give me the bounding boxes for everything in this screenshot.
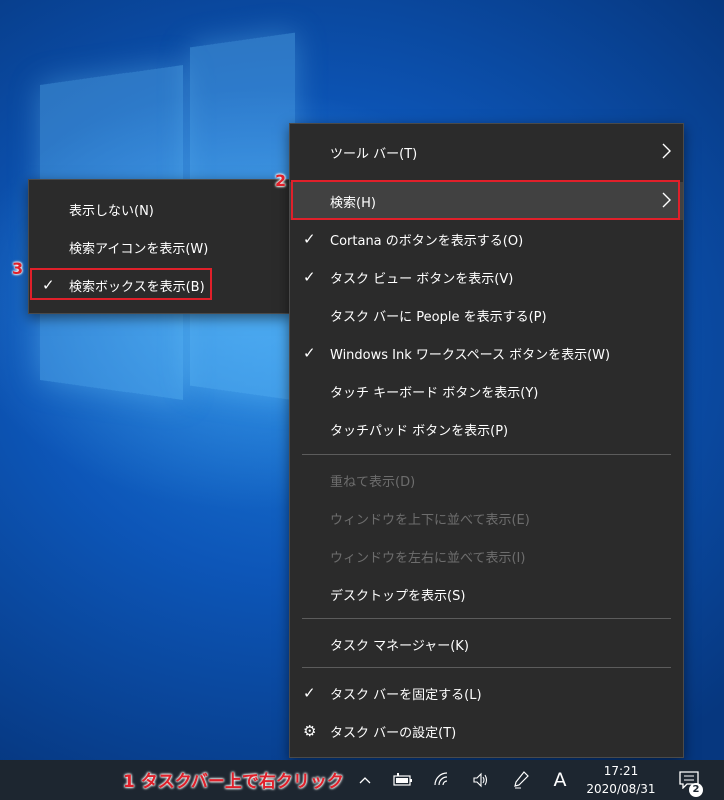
taskbar[interactable]: 1 タスクバー上で右クリック A 17:21 2020/08/31 2	[0, 760, 724, 800]
checkmark-icon: ✓	[303, 344, 316, 362]
notification-count-badge: 2	[689, 783, 703, 797]
pen-icon	[514, 771, 529, 789]
search-submenu-item-show-icon[interactable]: 検索アイコンを表示(W)	[29, 228, 291, 266]
menu-separator	[302, 454, 671, 455]
menu-item-label: ウィンドウを上下に並べて表示(E)	[330, 512, 530, 528]
menu-item-label: 重ねて表示(D)	[330, 474, 416, 490]
checkmark-icon: ✓	[303, 268, 316, 286]
menu-item-label: ツール バー(T)	[330, 146, 418, 162]
menu-item-label: タッチパッド ボタンを表示(P)	[330, 423, 509, 439]
clock-date: 2020/08/31	[586, 782, 656, 796]
menu-separator	[302, 618, 671, 619]
menu-item-label: Cortana のボタンを表示する(O)	[330, 233, 524, 249]
menu-item-lock-taskbar[interactable]: ✓ タスク バーを固定する(L)	[290, 674, 683, 712]
menu-item-label: ウィンドウを左右に並べて表示(I)	[330, 550, 526, 566]
menu-item-cascade-windows: 重ねて表示(D)	[290, 461, 683, 499]
menu-separator	[302, 667, 671, 668]
highlight-box-search	[291, 180, 680, 220]
menu-item-show-desktop[interactable]: デスクトップを表示(S)	[290, 575, 683, 613]
windows-ink-button[interactable]	[508, 760, 534, 800]
battery-icon	[393, 773, 412, 786]
power-tray-button[interactable]	[390, 760, 416, 800]
menu-item-toolbars[interactable]: ツール バー(T)	[290, 133, 683, 171]
menu-item-label: タスク バーを固定する(L)	[330, 687, 482, 703]
menu-item-label: 検索アイコンを表示(W)	[69, 241, 209, 257]
menu-item-show-touch-keyboard-button[interactable]: タッチ キーボード ボタンを表示(Y)	[290, 372, 683, 410]
menu-item-show-task-view-button[interactable]: ✓ タスク ビュー ボタンを表示(V)	[290, 258, 683, 296]
gear-icon: ⚙	[303, 722, 317, 740]
menu-item-label: タスク マネージャー(K)	[330, 638, 469, 654]
step-2-label: 2	[275, 171, 287, 190]
menu-item-label: タスク バーの設定(T)	[330, 725, 457, 741]
clock-time: 17:21	[603, 764, 639, 778]
menu-item-stack-windows: ウィンドウを上下に並べて表示(E)	[290, 499, 683, 537]
menu-item-taskbar-settings[interactable]: ⚙ タスク バーの設定(T)	[290, 712, 683, 750]
chevron-right-icon	[662, 143, 671, 159]
search-submenu-item-hide[interactable]: 表示しない(N)	[29, 190, 291, 228]
menu-item-show-touchpad-button[interactable]: タッチパッド ボタンを表示(P)	[290, 410, 683, 448]
volume-icon	[473, 772, 488, 788]
menu-item-show-people[interactable]: タスク バーに People を表示する(P)	[290, 296, 683, 334]
volume-tray-button[interactable]	[468, 760, 494, 800]
checkmark-icon: ✓	[303, 684, 316, 702]
menu-item-task-manager[interactable]: タスク マネージャー(K)	[290, 625, 683, 663]
menu-item-label: Windows Ink ワークスペース ボタンを表示(W)	[330, 347, 611, 363]
menu-item-label: タスク バーに People を表示する(P)	[330, 309, 547, 325]
menu-item-label: デスクトップを表示(S)	[330, 588, 466, 604]
menu-item-side-by-side-windows: ウィンドウを左右に並べて表示(I)	[290, 537, 683, 575]
wifi-icon	[434, 772, 448, 786]
menu-item-show-cortana-button[interactable]: ✓ Cortana のボタンを表示する(O)	[290, 220, 683, 258]
highlight-box-show-search-box	[30, 268, 212, 300]
menu-item-label: 表示しない(N)	[69, 203, 154, 219]
taskbar-clock[interactable]: 17:21 2020/08/31	[578, 762, 664, 798]
step-1-label: 1 タスクバー上で右クリック	[123, 772, 344, 792]
network-tray-button[interactable]	[430, 760, 456, 800]
chevron-up-icon	[359, 777, 371, 784]
ime-mode-button[interactable]: A	[548, 760, 572, 800]
step-3-label: 3	[12, 259, 24, 278]
menu-item-show-windows-ink-button[interactable]: ✓ Windows Ink ワークスペース ボタンを表示(W)	[290, 334, 683, 372]
show-hidden-icons-button[interactable]	[354, 760, 376, 800]
menu-item-label: タッチ キーボード ボタンを表示(Y)	[330, 385, 539, 401]
menu-item-label: タスク ビュー ボタンを表示(V)	[330, 271, 514, 287]
checkmark-icon: ✓	[303, 230, 316, 248]
